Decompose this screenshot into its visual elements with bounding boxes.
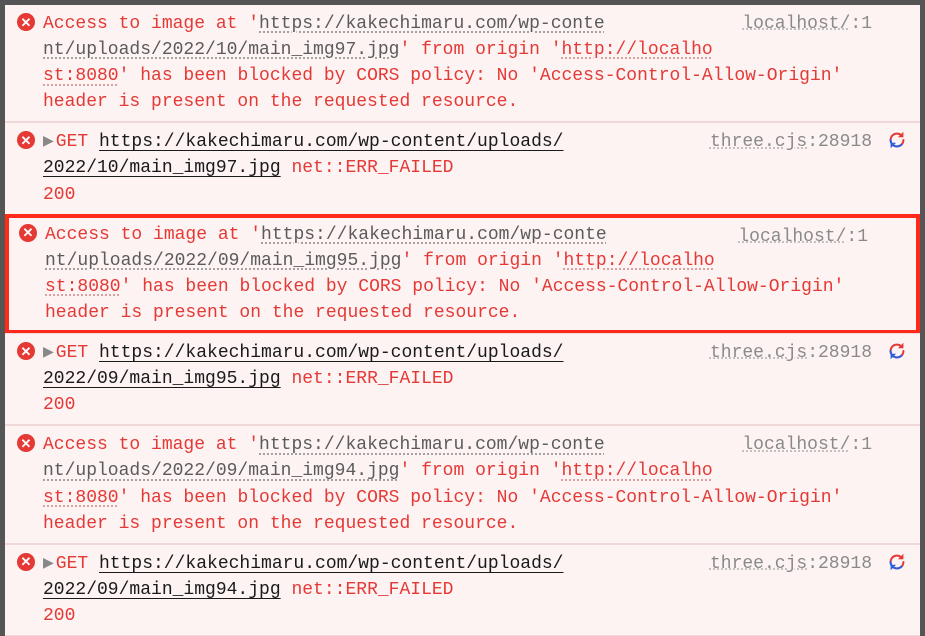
initiator-icon[interactable] (886, 551, 908, 573)
source-link[interactable]: three.cjs:28918 (710, 340, 872, 366)
request-url[interactable]: https://kakechimaru.com/wp-content/uploa… (99, 343, 563, 363)
error-icon: ✕ (17, 131, 35, 149)
net-error: net::ERR_FAILED (291, 369, 453, 389)
error-message: Access to image at 'https://kakechimaru.… (45, 222, 675, 248)
error-message: Access to image at 'https://kakechimaru.… (43, 11, 673, 37)
image-url-cont[interactable]: nt/uploads/2022/09/main_img94.jpg (43, 461, 399, 481)
origin-url-cont[interactable]: st:8080 (45, 277, 121, 297)
error-icon: ✕ (17, 553, 35, 571)
source-link[interactable]: localhost/:1 (738, 224, 868, 250)
source-link[interactable]: localhost/:1 (742, 11, 872, 37)
source-link[interactable]: three.cjs:28918 (710, 551, 872, 577)
origin-url[interactable]: http://localho (562, 461, 713, 481)
msg-prefix: Access to image at ' (43, 14, 259, 34)
expand-caret-icon[interactable]: ▶ (43, 343, 54, 363)
http-method: GET (56, 343, 88, 363)
request-url-cont[interactable]: 2022/10/main_img97.jpg (43, 158, 281, 178)
error-message: Access to image at 'https://kakechimaru.… (43, 432, 673, 458)
request-url-cont[interactable]: 2022/09/main_img94.jpg (43, 580, 281, 600)
image-url[interactable]: https://kakechimaru.com/wp-conte (259, 435, 605, 455)
source-link[interactable]: localhost/:1 (742, 432, 872, 458)
console-error-network[interactable]: ✕ ▶GET https://kakechimaru.com/wp-content… (5, 544, 920, 636)
console-error-network[interactable]: ✕ ▶GET https://kakechimaru.com/wp-content… (5, 122, 920, 214)
image-url-cont[interactable]: nt/uploads/2022/09/main_img95.jpg (45, 251, 401, 271)
console-error-cors[interactable]: ✕ Access to image at 'https://kakechimaru… (5, 214, 920, 334)
expand-caret-icon[interactable]: ▶ (43, 132, 54, 152)
request-url[interactable]: https://kakechimaru.com/wp-content/uploa… (99, 554, 563, 574)
origin-url-cont[interactable]: st:8080 (43, 488, 119, 508)
origin-url[interactable]: http://localho (562, 40, 713, 60)
net-error: net::ERR_FAILED (291, 580, 453, 600)
console-error-cors[interactable]: ✕ Access to image at 'https://kakechimaru… (5, 425, 920, 543)
request-url-cont[interactable]: 2022/09/main_img95.jpg (43, 369, 281, 389)
error-message-continued: 2022/09/main_img95.jpg net::ERR_FAILED 2… (43, 366, 910, 418)
error-message-continued: nt/uploads/2022/09/main_img94.jpg' from … (43, 458, 910, 536)
http-method: GET (56, 132, 88, 152)
net-error: net::ERR_FAILED (291, 158, 453, 178)
error-icon: ✕ (17, 434, 35, 452)
image-url[interactable]: https://kakechimaru.com/wp-conte (259, 14, 605, 34)
error-message: ▶GET https://kakechimaru.com/wp-content/… (43, 340, 613, 366)
error-message-continued: 2022/09/main_img94.jpg net::ERR_FAILED 2… (43, 577, 910, 629)
origin-url[interactable]: http://localho (564, 251, 715, 271)
error-icon: ✕ (17, 13, 35, 31)
error-message: ▶GET https://kakechimaru.com/wp-content/… (43, 551, 613, 577)
error-message: ▶GET https://kakechimaru.com/wp-content/… (43, 129, 613, 155)
status-code: 200 (43, 606, 75, 626)
image-url[interactable]: https://kakechimaru.com/wp-conte (261, 225, 607, 245)
console-error-network[interactable]: ✕ ▶GET https://kakechimaru.com/wp-content… (5, 333, 920, 425)
image-url-cont[interactable]: nt/uploads/2022/10/main_img97.jpg (43, 40, 399, 60)
msg-prefix: Access to image at ' (45, 225, 261, 245)
origin-url-cont[interactable]: st:8080 (43, 66, 119, 86)
error-icon: ✕ (19, 224, 37, 242)
error-message-continued: nt/uploads/2022/09/main_img95.jpg' from … (45, 248, 908, 326)
request-url[interactable]: https://kakechimaru.com/wp-content/uploa… (99, 132, 563, 152)
msg-prefix: Access to image at ' (43, 435, 259, 455)
status-code: 200 (43, 185, 75, 205)
error-icon: ✕ (17, 342, 35, 360)
initiator-icon[interactable] (886, 129, 908, 151)
error-message-continued: nt/uploads/2022/10/main_img97.jpg' from … (43, 37, 910, 115)
http-method: GET (56, 554, 88, 574)
console-panel: ✕Access to image at 'https://kakechimaru… (0, 0, 925, 628)
status-code: 200 (43, 395, 75, 415)
initiator-icon[interactable] (886, 340, 908, 362)
source-link[interactable]: three.cjs:28918 (710, 129, 872, 155)
error-message-continued: 2022/10/main_img97.jpg net::ERR_FAILED 2… (43, 155, 910, 207)
expand-caret-icon[interactable]: ▶ (43, 554, 54, 574)
console-error-cors[interactable]: ✕ Access to image at 'https://kakechimaru… (5, 5, 920, 122)
